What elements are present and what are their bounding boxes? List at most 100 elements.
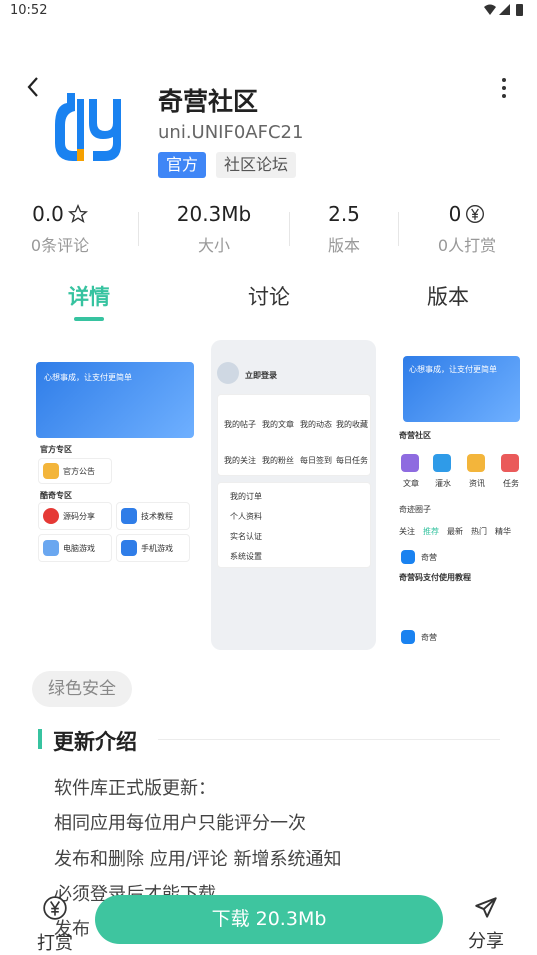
update-line: 相同应用每位用户只能评分一次 — [54, 813, 306, 834]
grid-item: 我的文章 — [262, 420, 294, 429]
more-vertical-icon — [502, 78, 506, 98]
official-item: 官方公告 — [63, 467, 95, 476]
status-icons — [483, 3, 527, 20]
item-label: 技术教程 — [141, 512, 173, 521]
post-avatar-icon — [401, 630, 415, 644]
size-label: 大小 — [197, 236, 230, 255]
category-icon — [433, 454, 451, 472]
post-author: 奇营 — [421, 633, 437, 642]
battery-icon — [516, 4, 523, 16]
share-button[interactable]: 分享 — [462, 895, 510, 952]
star-icon — [67, 204, 88, 223]
category-icon — [467, 454, 485, 472]
grid-item: 我的收藏 — [336, 420, 368, 429]
update-line: 发布和删除 应用/评论 新增系统通知 — [54, 849, 342, 870]
size-value: 20.3Mb — [176, 202, 252, 226]
item-card: 源码分享 — [38, 502, 112, 530]
version-label: 版本 — [327, 236, 360, 255]
share-label: 分享 — [468, 931, 504, 952]
tab-details[interactable]: 详情 — [39, 281, 139, 311]
more-options-button[interactable] — [492, 72, 516, 104]
grid-item: 每日任务 — [336, 456, 368, 465]
banner-text: 心想事成，让支付更简单 — [409, 365, 497, 374]
screenshot-1[interactable]: 心想事成，让支付更简单 官方专区 官方公告 酷奇专区 源码分享 技术教程 电脑游… — [30, 340, 202, 650]
yen-icon — [466, 205, 485, 223]
section-divider — [158, 739, 500, 740]
grid-item: 我的动态 — [300, 420, 332, 429]
feed-tab: 精华 — [495, 527, 511, 536]
category-label: 灌水 — [435, 479, 451, 488]
feed-tab: 关注 — [399, 527, 415, 536]
list-item: 个人资料 — [230, 512, 262, 521]
wifi-icon — [484, 4, 496, 15]
tab-discussion[interactable]: 讨论 — [219, 281, 319, 311]
send-icon — [475, 897, 497, 918]
app-name: 奇营社区 — [158, 87, 259, 116]
stat-tips[interactable]: 0 0人打赏 — [407, 202, 527, 256]
category-label: 资讯 — [469, 479, 485, 488]
feed-tab: 热门 — [471, 527, 487, 536]
menu-list: 我的订单 个人资料 实名认证 系统设置 — [217, 482, 371, 568]
app-logo — [45, 85, 131, 171]
section-accent-bar — [38, 729, 42, 749]
stat-rating[interactable]: 0.0 0条评论 — [0, 202, 120, 256]
item-card: 电脑游戏 — [38, 534, 112, 562]
post-title: 奇营码支付使用教程 — [399, 573, 471, 582]
list-item: 我的订单 — [230, 492, 262, 501]
section-cool: 酷奇专区 — [40, 491, 72, 500]
item-card: 技术教程 — [116, 502, 190, 530]
grid-item: 我的粉丝 — [262, 456, 294, 465]
tab-indicator — [74, 317, 104, 321]
screenshot-2[interactable]: 立即登录 我的帖子 我的文章 我的动态 我的收藏 我的关注 我的粉丝 每日签到 … — [211, 340, 376, 650]
tab-versions[interactable]: 版本 — [398, 281, 498, 311]
tag-category: 社区论坛 — [216, 152, 297, 178]
status-bar: 10:52 — [0, 0, 537, 24]
post-avatar-icon — [401, 550, 415, 564]
tag-official: 官方 — [158, 152, 207, 178]
yen-coin-icon — [43, 896, 67, 920]
item-card: 手机游戏 — [116, 534, 190, 562]
tip-label: 打赏 — [37, 933, 73, 954]
signal-icon — [499, 4, 510, 15]
list-item: 系统设置 — [230, 552, 262, 561]
login-label: 立即登录 — [245, 371, 277, 380]
circle-label: 奇迹圈子 — [399, 505, 431, 514]
item-label: 手机游戏 — [141, 544, 173, 553]
list-item: 实名认证 — [230, 532, 262, 541]
tips-value: 0 — [448, 202, 462, 226]
official-card: 官方公告 — [38, 458, 112, 484]
stat-divider — [138, 212, 139, 246]
rating-label: 0条评论 — [30, 236, 90, 255]
safety-badge: 绿色安全 — [32, 671, 132, 707]
avatar-icon — [217, 362, 239, 384]
stat-version: 2.5 版本 — [284, 202, 404, 256]
item-label: 源码分享 — [63, 512, 95, 521]
section-title: 奇营社区 — [399, 431, 431, 440]
rating-value: 0.0 — [32, 202, 64, 226]
grid-item: 我的帖子 — [224, 420, 256, 429]
category-label: 文章 — [403, 479, 419, 488]
screenshot-banner: 心想事成，让支付更简单 — [403, 356, 520, 422]
feed-tab: 最新 — [447, 527, 463, 536]
stat-divider — [398, 212, 399, 246]
update-title: 更新介绍 — [53, 730, 137, 754]
screenshot-3[interactable]: 心想事成，让支付更简单 奇营社区 文章 灌水 资讯 任务 奇迹圈子 关注 推荐 … — [389, 340, 520, 650]
status-time: 10:52 — [10, 3, 48, 18]
post-author: 奇营 — [421, 553, 437, 562]
category-icon — [501, 454, 519, 472]
screenshot-banner: 心想事成，让支付更简单 — [36, 362, 194, 438]
tip-button[interactable]: 打赏 — [30, 895, 80, 954]
section-official: 官方专区 — [40, 445, 72, 454]
feed-tab: 推荐 — [423, 527, 439, 536]
version-value: 2.5 — [328, 202, 360, 226]
grid-item: 我的关注 — [224, 456, 256, 465]
package-name: uni.UNIF0AFC21 — [158, 122, 304, 143]
tips-label: 0人打赏 — [437, 236, 497, 255]
menu-grid: 我的帖子 我的文章 我的动态 我的收藏 我的关注 我的粉丝 每日签到 每日任务 — [217, 394, 371, 476]
item-label: 电脑游戏 — [63, 544, 95, 553]
grid-item: 每日签到 — [300, 456, 332, 465]
update-line: 软件库正式版更新： — [54, 778, 216, 799]
category-icon — [401, 454, 419, 472]
stat-size: 20.3Mb 大小 — [154, 202, 274, 256]
download-button[interactable]: 下载 20.3Mb — [95, 895, 443, 944]
